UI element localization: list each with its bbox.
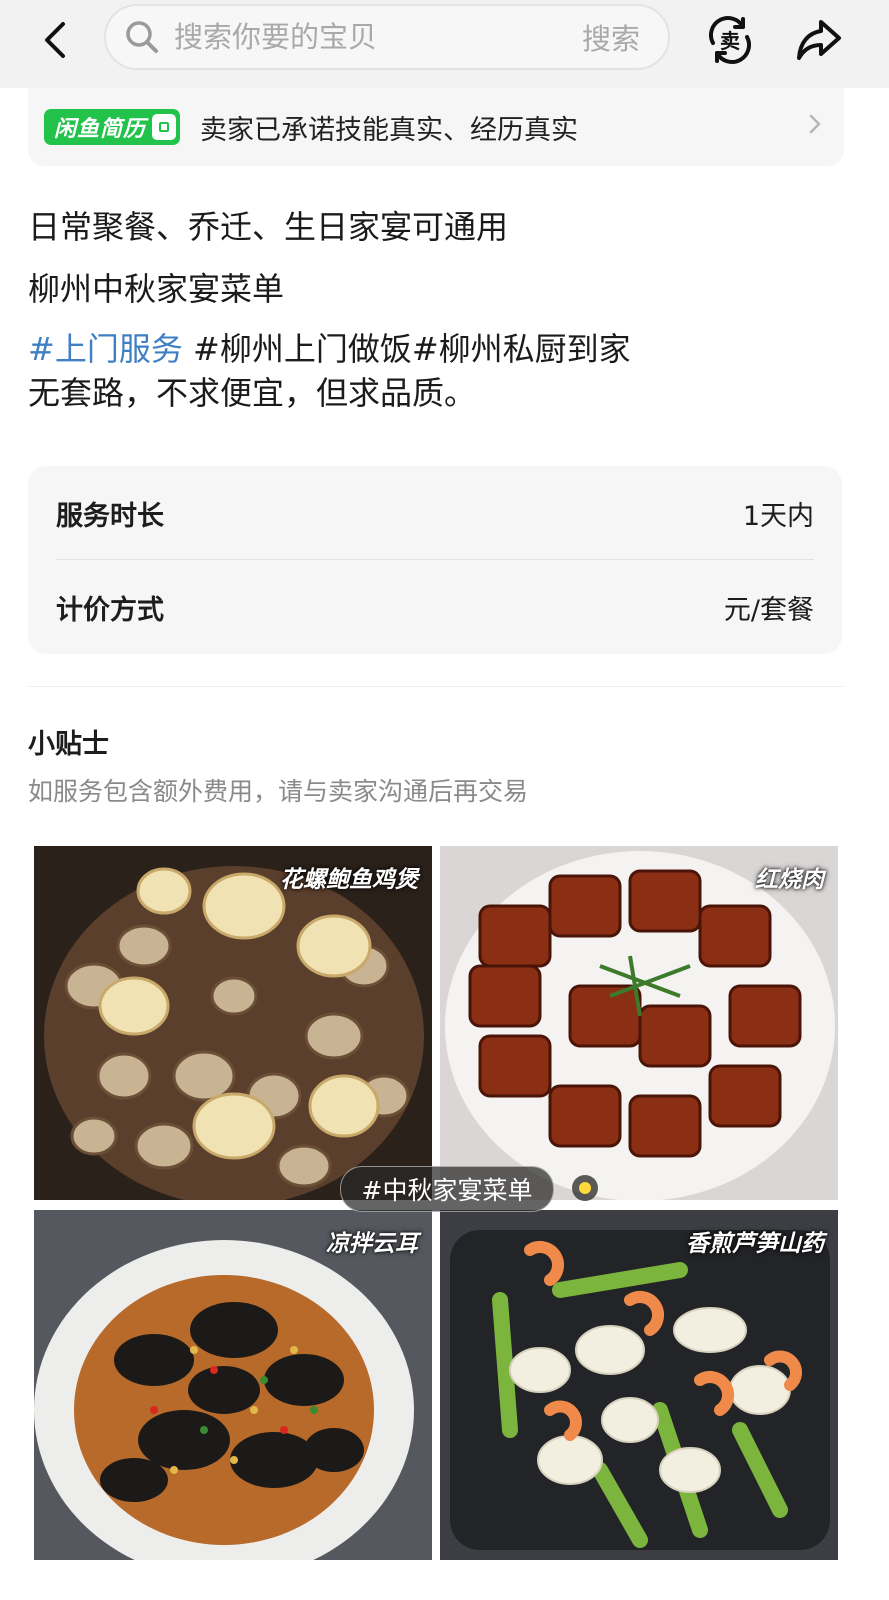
spec-row-pricing: 计价方式 元/套餐 <box>56 560 814 654</box>
spec-value: 1天内 <box>742 500 814 532</box>
photo-braised-pork[interactable]: 红烧肉 <box>440 846 838 1200</box>
tips-title: 小贴士 <box>28 729 109 760</box>
search-input[interactable] <box>172 19 582 55</box>
resume-banner[interactable]: 闲鱼简历 卖家已承诺技能真实、经历真实 <box>28 88 844 166</box>
search-box[interactable]: 搜索 <box>104 4 670 70</box>
tag-liuzhou-cooking[interactable]: #柳州上门做饭 <box>183 330 412 368</box>
resume-badge-label: 闲鱼简历 <box>54 117 147 142</box>
share-button[interactable] <box>788 10 850 70</box>
dish-image <box>34 1210 432 1560</box>
tips-text: 如服务包含额外费用，请与卖家沟通后再交易 <box>28 777 529 806</box>
description-tags: #上门服务 #柳州上门做饭#柳州私厨到家 <box>28 324 631 370</box>
resume-banner-text: 卖家已承诺技能真实、经历真实 <box>200 114 579 146</box>
top-bar: 搜索 卖 <box>0 0 889 88</box>
resume-badge: 闲鱼简历 <box>44 109 181 145</box>
description-line-1: 日常聚餐、乔迁、生日家宴可通用 <box>28 208 509 246</box>
chevron-left-icon <box>45 22 65 58</box>
description-line-4: 无套路，不求便宜，但求品质。 <box>28 374 477 412</box>
photo-tag-pill[interactable]: #中秋家宴菜单 <box>340 1166 554 1212</box>
section-divider <box>28 686 844 687</box>
tag-liuzhou-private-chef[interactable]: #柳州私厨到家 <box>412 330 631 368</box>
sell-icon-char: 卖 <box>720 29 740 53</box>
photo-cold-wood-ear[interactable]: 凉拌云耳 <box>34 1210 432 1560</box>
sell-icon: 卖 <box>709 16 751 64</box>
sell-button[interactable]: 卖 <box>700 10 760 70</box>
search-icon <box>124 19 160 55</box>
back-button[interactable] <box>28 10 84 70</box>
description-line-2: 柳州中秋家宴菜单 <box>28 270 285 308</box>
chevron-right-icon <box>808 112 822 142</box>
photo-label: 花螺鲍鱼鸡煲 <box>280 867 418 893</box>
service-spec-card: 服务时长 1天内 计价方式 元/套餐 <box>28 466 842 654</box>
spec-row-duration: 服务时长 1天内 <box>56 466 814 560</box>
spec-label: 服务时长 <box>56 500 164 532</box>
spec-label: 计价方式 <box>56 594 164 626</box>
photo-label: 凉拌云耳 <box>326 1231 418 1257</box>
bag-icon <box>152 114 177 140</box>
photo-label: 香煎芦笋山药 <box>686 1231 824 1257</box>
tag-door-service[interactable]: #上门服务 <box>28 330 183 368</box>
photo-label: 红烧肉 <box>755 867 824 893</box>
photo-snail-abalone-chicken[interactable]: 花螺鲍鱼鸡煲 <box>34 846 432 1200</box>
share-icon <box>797 20 841 60</box>
photo-asparagus-yam[interactable]: 香煎芦笋山药 <box>440 1210 838 1560</box>
search-button[interactable]: 搜索 <box>582 16 640 58</box>
dish-image <box>440 846 838 1200</box>
photo-tag-dot-icon[interactable] <box>572 1175 598 1201</box>
dish-image <box>34 846 432 1200</box>
dish-image <box>440 1210 838 1560</box>
spec-value: 元/套餐 <box>723 594 814 626</box>
